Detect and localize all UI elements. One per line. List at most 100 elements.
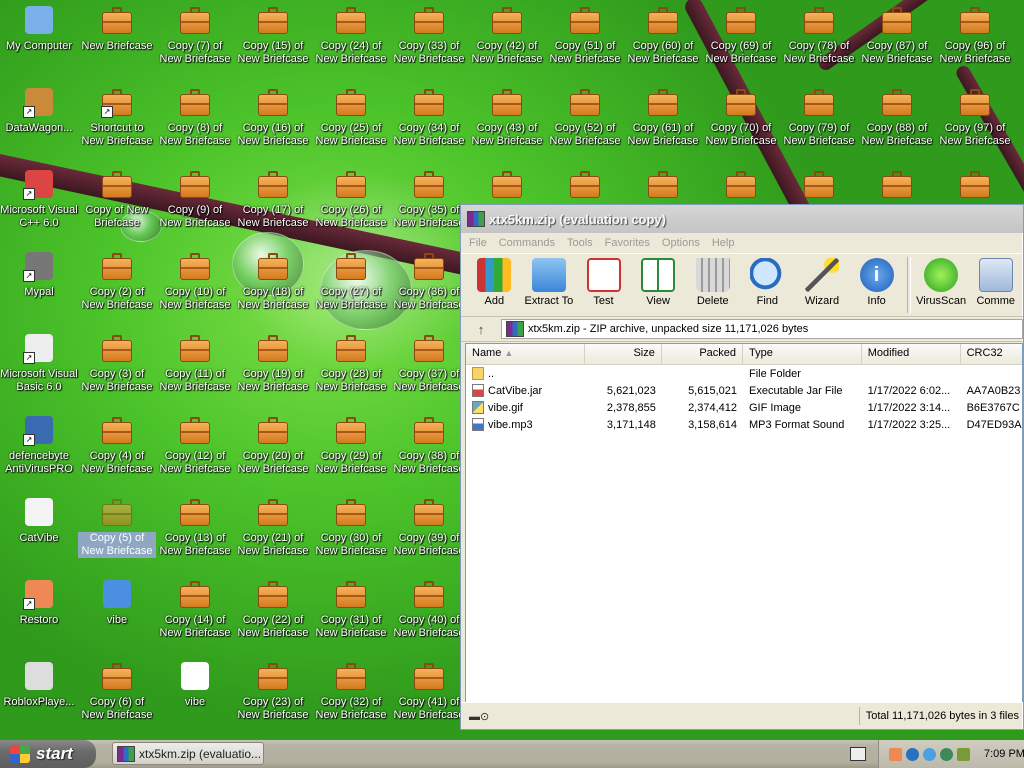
tray-restoro-icon[interactable] bbox=[889, 747, 902, 761]
desktop-icon[interactable]: Copy (88) of New Briefcase bbox=[858, 86, 936, 148]
tray-shield-icon[interactable] bbox=[906, 747, 919, 761]
desktop-icon[interactable] bbox=[858, 168, 936, 204]
desktop-icon[interactable] bbox=[702, 168, 780, 204]
desktop-icon[interactable]: Copy (21) of New Briefcase bbox=[234, 496, 312, 558]
desktop-icon[interactable]: Copy (61) of New Briefcase bbox=[624, 86, 702, 148]
desktop-icon[interactable]: Copy (69) of New Briefcase bbox=[702, 4, 780, 66]
tray-globe-icon[interactable] bbox=[940, 747, 953, 761]
table-row[interactable]: vibe.gif 2,378,855 2,374,412 GIF Image 1/17/… bbox=[466, 399, 1022, 416]
desktop-icon[interactable]: Copy (32) of New Briefcase bbox=[312, 660, 390, 722]
find-button[interactable]: Find bbox=[740, 254, 795, 307]
desktop-icon[interactable]: Copy (43) of New Briefcase bbox=[468, 86, 546, 148]
desktop-icon[interactable]: Copy (41) of New Briefcase bbox=[390, 660, 468, 722]
tray-network-icon[interactable] bbox=[923, 747, 936, 761]
desktop-icon[interactable]: Copy (9) of New Briefcase bbox=[156, 168, 234, 230]
desktop-icon-datawagon[interactable]: ↗ DataWagon... bbox=[0, 86, 78, 135]
desktop-icon[interactable]: Copy (97) of New Briefcase bbox=[936, 86, 1014, 148]
desktop-icon-roblox[interactable]: RobloxPlaye... bbox=[0, 660, 78, 709]
desktop-icon[interactable]: Copy (4) of New Briefcase bbox=[78, 414, 156, 476]
column-type[interactable]: Type bbox=[743, 344, 862, 364]
start-button[interactable]: start bbox=[0, 740, 96, 768]
desktop-icon[interactable]: Copy (20) of New Briefcase bbox=[234, 414, 312, 476]
delete-button[interactable]: Delete bbox=[685, 254, 740, 307]
desktop-icon[interactable]: Copy (17) of New Briefcase bbox=[234, 168, 312, 230]
desktop-icon-computer[interactable]: My Computer bbox=[0, 4, 78, 53]
desktop-icon-mypal[interactable]: ↗ Mypal bbox=[0, 250, 78, 299]
comment-button[interactable]: Comme bbox=[968, 254, 1023, 307]
up-arrow-icon[interactable]: ↑ bbox=[461, 322, 501, 337]
taskbar-item-winrar[interactable]: xtx5km.zip (evaluatio... bbox=[112, 742, 264, 765]
menu-favorites[interactable]: Favorites bbox=[605, 237, 650, 249]
desktop-icon[interactable]: ↗ Shortcut to New Briefcase bbox=[78, 86, 156, 148]
desktop-icon[interactable]: Copy (38) of New Briefcase bbox=[390, 414, 468, 476]
info-button[interactable]: i Info bbox=[849, 254, 904, 307]
desktop-icon-antivirus[interactable]: ↗ defencebyte AntiVirusPRO bbox=[0, 414, 78, 476]
desktop-icon[interactable]: Copy (16) of New Briefcase bbox=[234, 86, 312, 148]
desktop-icon[interactable]: Copy (37) of New Briefcase bbox=[390, 332, 468, 394]
desktop-icon[interactable]: Copy (12) of New Briefcase bbox=[156, 414, 234, 476]
desktop-icon-visual-basic[interactable]: ↗ Microsoft Visual Basic 6.0 bbox=[0, 332, 78, 394]
desktop-icon[interactable] bbox=[936, 168, 1014, 204]
desktop-icon-vibe-mp3[interactable]: vibe bbox=[156, 660, 234, 709]
column-name[interactable]: Name ▲ bbox=[466, 344, 585, 364]
column-packed[interactable]: Packed bbox=[662, 344, 744, 364]
extract-to-button[interactable]: Extract To bbox=[522, 254, 577, 307]
table-row[interactable]: vibe.mp3 3,171,148 3,158,614 MP3 Format Sou… bbox=[466, 416, 1022, 433]
desktop-icon[interactable]: Copy (42) of New Briefcase bbox=[468, 4, 546, 66]
desktop-icon[interactable]: Copy (7) of New Briefcase bbox=[156, 4, 234, 66]
desktop-icon[interactable]: Copy of New Briefcase bbox=[78, 168, 156, 230]
menu-options[interactable]: Options bbox=[662, 237, 700, 249]
desktop-icon[interactable]: Copy (24) of New Briefcase bbox=[312, 4, 390, 66]
clock[interactable]: 7:09 PM bbox=[984, 748, 1024, 760]
desktop-icon[interactable]: Copy (18) of New Briefcase bbox=[234, 250, 312, 312]
desktop-icon[interactable]: Copy (78) of New Briefcase bbox=[780, 4, 858, 66]
menu-tools[interactable]: Tools bbox=[567, 237, 593, 249]
view-button[interactable]: View bbox=[631, 254, 686, 307]
desktop-icon[interactable]: Copy (36) of New Briefcase bbox=[390, 250, 468, 312]
menu-file[interactable]: File bbox=[469, 237, 487, 249]
desktop-icon-vibe-gif[interactable]: vibe bbox=[78, 578, 156, 627]
desktop-icon[interactable] bbox=[624, 168, 702, 204]
path-field[interactable]: xtx5km.zip - ZIP archive, unpacked size … bbox=[501, 319, 1023, 339]
keyboard-icon[interactable] bbox=[850, 747, 866, 761]
virusscan-button[interactable]: VirusScan bbox=[914, 254, 969, 307]
desktop-icon[interactable]: Copy (25) of New Briefcase bbox=[312, 86, 390, 148]
desktop-icon[interactable]: Copy (27) of New Briefcase bbox=[312, 250, 390, 312]
desktop-icon[interactable]: Copy (23) of New Briefcase bbox=[234, 660, 312, 722]
desktop-icon[interactable]: Copy (60) of New Briefcase bbox=[624, 4, 702, 66]
desktop-icon[interactable]: Copy (2) of New Briefcase bbox=[78, 250, 156, 312]
desktop-icon[interactable]: Copy (31) of New Briefcase bbox=[312, 578, 390, 640]
table-row[interactable]: CatVibe.jar 5,621,023 5,615,021 Executable … bbox=[466, 382, 1022, 399]
desktop-icon[interactable]: Copy (14) of New Briefcase bbox=[156, 578, 234, 640]
desktop-icon[interactable]: Copy (79) of New Briefcase bbox=[780, 86, 858, 148]
desktop-icon[interactable]: Copy (19) of New Briefcase bbox=[234, 332, 312, 394]
desktop-icon[interactable]: Copy (87) of New Briefcase bbox=[858, 4, 936, 66]
desktop-icon[interactable]: Copy (39) of New Briefcase bbox=[390, 496, 468, 558]
desktop-icon[interactable]: New Briefcase bbox=[78, 4, 156, 53]
desktop-icon[interactable]: Copy (35) of New Briefcase bbox=[390, 168, 468, 230]
desktop-icon[interactable] bbox=[780, 168, 858, 204]
desktop-icon[interactable]: Copy (8) of New Briefcase bbox=[156, 86, 234, 148]
desktop-icon[interactable]: Copy (52) of New Briefcase bbox=[546, 86, 624, 148]
desktop-icon[interactable]: Copy (6) of New Briefcase bbox=[78, 660, 156, 722]
desktop-icon[interactable]: Copy (3) of New Briefcase bbox=[78, 332, 156, 394]
add-button[interactable]: Add bbox=[467, 254, 522, 307]
file-list[interactable]: Name ▲ Size Packed Type Modified CRC32 .… bbox=[465, 343, 1023, 703]
desktop-icon[interactable]: Copy (5) of New Briefcase bbox=[78, 496, 156, 558]
desktop-icon[interactable]: Copy (40) of New Briefcase bbox=[390, 578, 468, 640]
wizard-button[interactable]: Wizard bbox=[795, 254, 850, 307]
column-size[interactable]: Size bbox=[585, 344, 662, 364]
desktop-icon[interactable] bbox=[468, 168, 546, 204]
desktop-icon[interactable]: Copy (51) of New Briefcase bbox=[546, 4, 624, 66]
desktop-icon[interactable]: Copy (33) of New Briefcase bbox=[390, 4, 468, 66]
desktop-icon[interactable]: Copy (30) of New Briefcase bbox=[312, 496, 390, 558]
winrar-window[interactable]: xtx5km.zip (evaluation copy) File Comman… bbox=[460, 204, 1024, 730]
desktop-icon[interactable]: Copy (11) of New Briefcase bbox=[156, 332, 234, 394]
desktop-icon-visual-cpp[interactable]: ↗ Microsoft Visual C++ 6.0 bbox=[0, 168, 78, 230]
desktop-icon-jar-file[interactable]: CatVibe bbox=[0, 496, 78, 545]
tray-app-icon[interactable] bbox=[957, 747, 970, 761]
menu-commands[interactable]: Commands bbox=[499, 237, 555, 249]
desktop-icon[interactable] bbox=[546, 168, 624, 204]
table-row[interactable]: .. File Folder bbox=[466, 365, 1022, 382]
desktop-icon[interactable]: Copy (34) of New Briefcase bbox=[390, 86, 468, 148]
